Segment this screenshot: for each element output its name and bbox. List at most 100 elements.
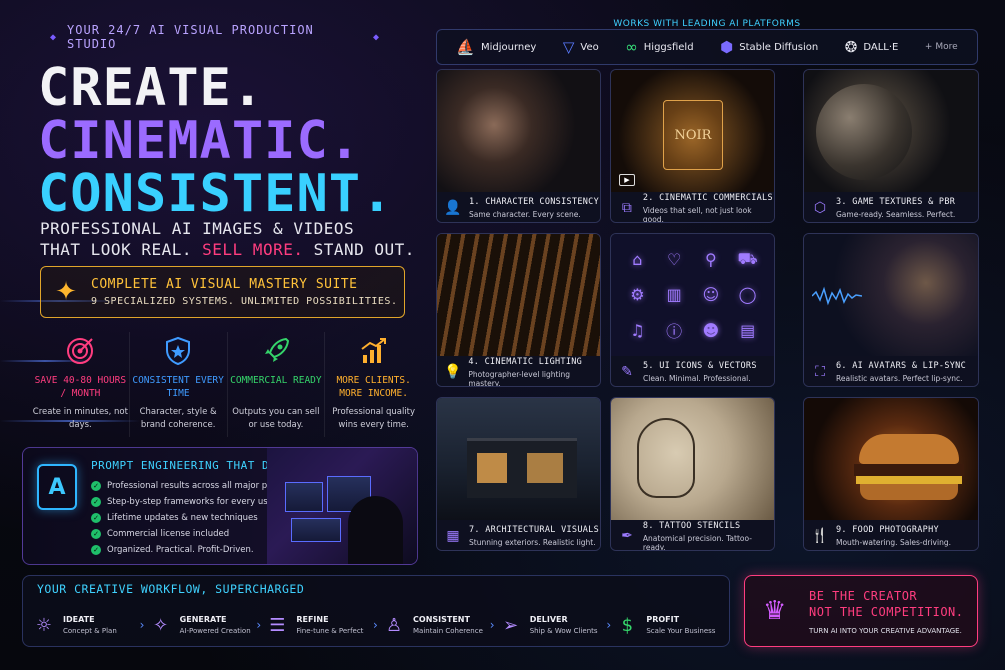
perfume-label: NOIR — [663, 100, 723, 170]
play-icon[interactable]: ▶ — [619, 174, 635, 186]
subheadline: PROFESSIONAL AI IMAGES & VIDEOS THAT LOO… — [40, 218, 415, 260]
platform-more: + More — [924, 42, 958, 52]
step-desc: Maintain Coherence — [413, 627, 483, 635]
workflow-panel: YOUR CREATIVE WORKFLOW, SUPERCHARGED ☼ ID… — [22, 575, 730, 647]
higgsfield-icon: ∞ — [625, 38, 638, 56]
face-scan-icon: ⛶ — [815, 364, 825, 380]
step-label: IDEATE — [63, 615, 95, 624]
sailboat-icon: ⛵ — [456, 38, 475, 56]
tagline: ◆ YOUR 24/7 AI VISUAL PRODUCTION STUDIO … — [50, 23, 380, 51]
suite-banner: ✦ COMPLETE AI VISUAL MASTERY SUITE 9 SPE… — [40, 266, 405, 318]
card-desc: Realistic avatars. Perfect lip-sync. — [836, 374, 963, 383]
card-character-consistency: 👤 1. CHARACTER CONSISTENCY Same character… — [436, 69, 601, 223]
user-check-icon: ♙ — [385, 614, 403, 636]
card-caption: ✎ 5. UI ICONS & VECTORS Clean. Minimal. P… — [611, 356, 774, 386]
tattoo-sketch-image — [611, 398, 774, 520]
platform-midjourney: ⛵ Midjourney — [456, 38, 536, 56]
dollar-icon: $ — [621, 614, 634, 636]
card-architectural-visuals: ▦ 7. ARCHITECTURAL VISUALS Stunning exter… — [436, 397, 601, 551]
card-desc: Stunning exteriors. Realistic light. — [469, 538, 596, 547]
person-silhouette — [348, 496, 403, 564]
workflow-title: YOUR CREATIVE WORKFLOW, SUPERCHARGED — [37, 582, 305, 596]
benefit-desc: Professional quality wins every time. — [332, 407, 416, 430]
platform-label: Veo — [580, 41, 599, 53]
check-icon: ✓ — [91, 513, 101, 523]
check-icon: ✓ — [91, 545, 101, 555]
platforms-bar: ⛵ Midjourney ▽ Veo ∞ Higgsfield ⬢ Stable Dif… — [436, 29, 978, 65]
benefit-title: SAVE 40-80 HOURS / MONTH — [34, 375, 127, 399]
tagline-dot: ◆ — [50, 31, 58, 43]
card-tattoo-stencils: ✒ 8. TATTOO STENCILS Anatomical precision… — [610, 397, 775, 551]
list-item-text: Organized. Practical. Profit-Driven. — [107, 545, 254, 555]
benefit-desc: Character, style & brand coherence. — [139, 407, 217, 430]
list-item-text: Lifetime updates & new techniques — [107, 513, 258, 523]
compass-star-icon: ✦ — [55, 277, 77, 307]
chevron-right-icon: › — [489, 618, 495, 632]
creator-headline: BE THE CREATOR NOT THE COMPETITION. — [809, 588, 964, 620]
step-desc: Concept & Plan — [63, 627, 117, 635]
cart-icon: ⛟ — [737, 249, 758, 269]
platform-label: Higgsfield — [643, 41, 694, 53]
card-desc: Mouth-watering. Sales-driving. — [836, 538, 951, 547]
subheadline-part: STAND OUT. — [313, 240, 415, 259]
chat-icon: ◯ — [738, 285, 757, 305]
window-light — [527, 453, 563, 483]
benefit-title: MORE CLIENTS. MORE INCOME. — [336, 375, 411, 399]
monitor — [285, 482, 323, 512]
alert-icon: ⓘ — [666, 322, 683, 342]
benefit-desc: Outputs you can sell or use today. — [232, 407, 320, 430]
benefit-desc: Create in minutes, not days. — [32, 407, 128, 430]
veo-icon: ▽ — [562, 38, 575, 56]
crown-icon: ♛ — [763, 596, 787, 626]
tattoo-pen-icon: ✒ — [621, 528, 633, 544]
burger-bun-bottom — [860, 484, 958, 500]
suite-subtitle: 9 SPECIALIZED SYSTEMS. UNLIMITED POSSIBI… — [91, 296, 398, 307]
workstation-image — [267, 448, 417, 564]
card-cinematic-lighting: 💡 4. CINEMATIC LIGHTING Photographer-leve… — [436, 233, 601, 387]
platform-label: Stable Diffusion — [739, 41, 819, 53]
card-desc: Clean. Minimal. Professional. — [643, 374, 751, 383]
chevron-right-icon: › — [373, 618, 378, 632]
prompt-engineering-panel: A PROMPT ENGINEERING THAT DELIVERS ✓ Prof… — [22, 447, 418, 565]
card-desc: Same character. Every scene. — [469, 210, 581, 219]
subheadline-highlight: SELL MORE. — [202, 240, 304, 259]
benefits-row: SAVE 40-80 HOURS / MONTH Create in minut… — [32, 332, 422, 437]
sphere — [816, 84, 912, 180]
card-game-textures: ⬡ 3. GAME TEXTURES & PBR Game-ready. Seam… — [803, 69, 979, 223]
openai-icon: ❂ — [844, 38, 858, 56]
card-caption: 🍴 9. FOOD PHOTOGRAPHY Mouth-watering. Sal… — [804, 520, 978, 550]
step-generate: ✧ GENERATE AI-Powered Creation — [150, 615, 257, 636]
card-caption: ⬡ 3. GAME TEXTURES & PBR Game-ready. Seam… — [804, 192, 978, 222]
cube-icon: ⬡ — [813, 200, 827, 216]
sketch-face — [637, 418, 695, 498]
chevron-right-icon: › — [606, 618, 612, 632]
search-icon: ⚲ — [705, 250, 717, 270]
layout-icon: ⧉ — [621, 200, 632, 216]
user-icon: 👤 — [444, 200, 462, 216]
creator-line2: NOT THE COMPETITION. — [809, 605, 964, 619]
headline-consistent: CONSISTENT. — [38, 164, 394, 224]
home-icon: ⌂ — [632, 250, 643, 270]
step-consistent: ♙ CONSISTENT Maintain Coherence — [383, 615, 490, 636]
step-label: GENERATE — [179, 615, 227, 624]
pen-tool-icon: ✎ — [621, 364, 633, 380]
prompt-badge: A — [37, 464, 77, 510]
bulb-icon: 💡 — [443, 364, 462, 380]
subheadline-line1: PROFESSIONAL AI IMAGES & VIDEOS — [40, 219, 355, 238]
card-caption: ▦ 7. ARCHITECTURAL VISUALS Stunning exter… — [437, 520, 600, 550]
house-exterior-image — [437, 398, 600, 520]
burger-patty — [854, 464, 964, 476]
creator-desc: TURN AI INTO YOUR CREATIVE ADVANTAGE. — [809, 627, 962, 635]
step-ideate: ☼ IDEATE Concept & Plan — [33, 615, 140, 636]
burger-bun — [859, 434, 959, 464]
hexagon-icon: ⬢ — [720, 38, 734, 56]
step-desc: AI-Powered Creation — [179, 627, 251, 635]
message-icon: ▤ — [740, 320, 756, 340]
card-desc: Videos that sell, not just look good. — [642, 205, 752, 223]
step-label: PROFIT — [646, 615, 680, 624]
card-title: 8. TATTOO STENCILS — [642, 520, 741, 531]
sliders-icon: ☰ — [269, 614, 286, 636]
step-desc: Fine-tune & Perfect — [296, 627, 364, 635]
bell-icon: ♫ — [630, 320, 645, 340]
step-label: REFINE — [296, 615, 329, 624]
